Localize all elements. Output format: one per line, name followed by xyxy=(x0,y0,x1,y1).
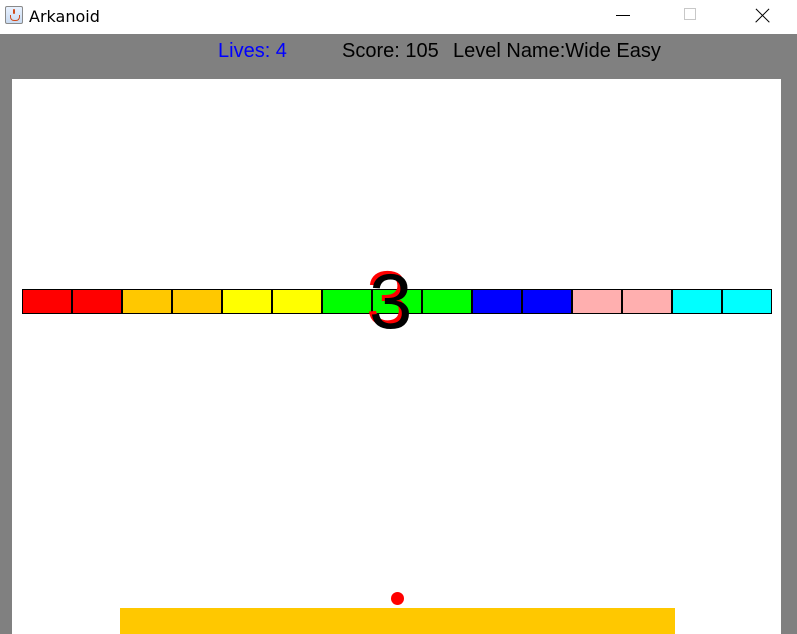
brick xyxy=(722,289,772,314)
brick xyxy=(422,289,472,314)
brick xyxy=(222,289,272,314)
play-area[interactable]: 3 3 xyxy=(12,79,781,634)
brick xyxy=(572,289,622,314)
paddle[interactable] xyxy=(120,608,675,634)
brick xyxy=(22,289,72,314)
game-frame: Lives: 4 Score: 105 Level Name:Wide Easy… xyxy=(0,34,797,634)
brick xyxy=(622,289,672,314)
brick xyxy=(72,289,122,314)
brick xyxy=(522,289,572,314)
minimize-button[interactable] xyxy=(600,0,646,32)
brick xyxy=(322,289,372,314)
close-button[interactable] xyxy=(739,0,785,32)
title-bar: Arkanoid xyxy=(0,0,797,34)
ball xyxy=(391,592,404,605)
score-indicator: Score: 105 xyxy=(342,40,439,62)
brick xyxy=(672,289,722,314)
lives-indicator: Lives: 4 xyxy=(218,40,287,62)
countdown-number: 3 3 xyxy=(366,257,421,345)
countdown-front: 3 xyxy=(369,257,413,345)
brick xyxy=(172,289,222,314)
level-name-indicator: Level Name:Wide Easy xyxy=(453,40,661,62)
brick xyxy=(122,289,172,314)
maximize-button[interactable] xyxy=(668,0,714,32)
java-cup-icon xyxy=(5,6,23,24)
brick xyxy=(472,289,522,314)
window-title: Arkanoid xyxy=(29,7,100,26)
brick xyxy=(272,289,322,314)
